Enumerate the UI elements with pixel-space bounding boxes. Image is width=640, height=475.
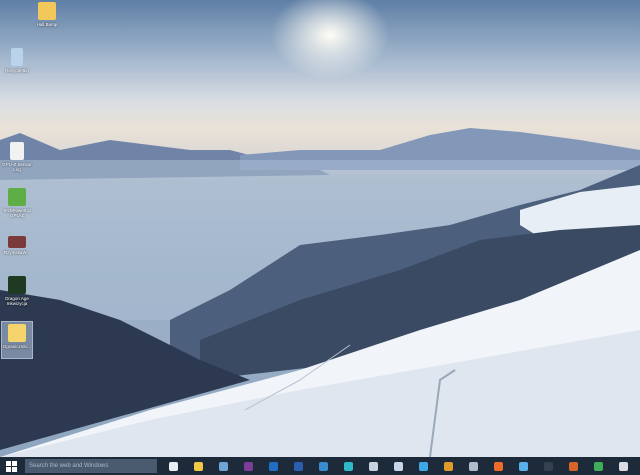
remote-desktop-icon: [219, 462, 228, 471]
taskbar-globe-app-button[interactable]: [311, 457, 336, 475]
desktop-icon[interactable]: Hall Bump: [32, 2, 62, 27]
app-dark-icon: [544, 462, 553, 471]
uplay-icon: [519, 462, 528, 471]
taskbar-sun-app-button[interactable]: [436, 457, 461, 475]
mountain-wallpaper: [0, 0, 640, 457]
gpu-z-icon: [8, 188, 26, 206]
taskbar-media-app-button[interactable]: [361, 457, 386, 475]
icon-label: Dragon Age Inkwizycja: [2, 296, 32, 306]
origin-icon: [494, 462, 503, 471]
icon-label: Ograniczniki...: [2, 344, 32, 349]
icon-label: Hall Bump: [32, 22, 62, 27]
sun-app-icon: [444, 462, 453, 471]
game-app-icon: [344, 462, 353, 471]
recycle-bin-icon: [11, 48, 23, 66]
taskbar-app-dark-button[interactable]: [536, 457, 561, 475]
game-icon: [8, 236, 26, 248]
icon-label: GPU-Z Sensor Log: [2, 162, 32, 172]
taskbar-word-button[interactable]: [286, 457, 311, 475]
icon-label: TechPowerUp GPU-Z: [2, 208, 32, 218]
desktop[interactable]: Hall Bump Recycle Bin GPU-Z Sensor Log T…: [0, 0, 640, 457]
globe-app-icon: [319, 462, 328, 471]
media-app-icon: [369, 462, 378, 471]
task-view-icon: [169, 462, 178, 471]
taskbar-task-view-button[interactable]: [161, 457, 186, 475]
desktop-icon[interactable]: RzymskaW...: [2, 236, 32, 255]
desktop-icon[interactable]: Dragon Age Inkwizycja: [2, 276, 32, 306]
taskbar-remote-desktop-button[interactable]: [211, 457, 236, 475]
taskbar-uplay-button[interactable]: [511, 457, 536, 475]
document-icon: [10, 142, 24, 160]
desktop-icon[interactable]: TechPowerUp GPU-Z: [2, 188, 32, 218]
taskbar-notifications-button[interactable]: [611, 457, 636, 475]
icon-label: RzymskaW...: [2, 250, 32, 255]
internet-explorer-icon: [419, 462, 428, 471]
onenote-icon: [244, 462, 253, 471]
taskbar-onenote-button[interactable]: [236, 457, 261, 475]
icon-label: Recycle Bin: [2, 68, 32, 73]
search-input[interactable]: Search the web and Windows: [25, 459, 157, 473]
taskbar-steam-button[interactable]: [386, 457, 411, 475]
outlook-icon: [269, 462, 278, 471]
dragon-age-icon: [8, 276, 26, 294]
taskbar-origin-button[interactable]: [486, 457, 511, 475]
taskbar: Search the web and Windows: [0, 457, 640, 475]
taskbar-game-app-button[interactable]: [336, 457, 361, 475]
folder-icon: [8, 324, 26, 342]
taskbar-app-circle-button[interactable]: [461, 457, 486, 475]
steam-icon: [394, 462, 403, 471]
taskbar-app-orange-button[interactable]: [561, 457, 586, 475]
start-button[interactable]: [0, 457, 22, 475]
notifications-icon: [619, 462, 628, 471]
desktop-icon-selected[interactable]: Ograniczniki...: [2, 322, 32, 358]
taskbar-outlook-button[interactable]: [261, 457, 286, 475]
taskbar-file-explorer-button[interactable]: [186, 457, 211, 475]
windows-logo-icon: [6, 461, 17, 472]
taskbar-app-green-button[interactable]: [586, 457, 611, 475]
desktop-icon-recycle-bin[interactable]: Recycle Bin: [2, 48, 32, 73]
desktop-icon[interactable]: GPU-Z Sensor Log: [2, 142, 32, 172]
word-icon: [294, 462, 303, 471]
taskbar-internet-explorer-button[interactable]: [411, 457, 436, 475]
app-green-icon: [594, 462, 603, 471]
app-circle-icon: [469, 462, 478, 471]
file-explorer-icon: [194, 462, 203, 471]
folder-icon: [38, 2, 56, 20]
app-orange-icon: [569, 462, 578, 471]
